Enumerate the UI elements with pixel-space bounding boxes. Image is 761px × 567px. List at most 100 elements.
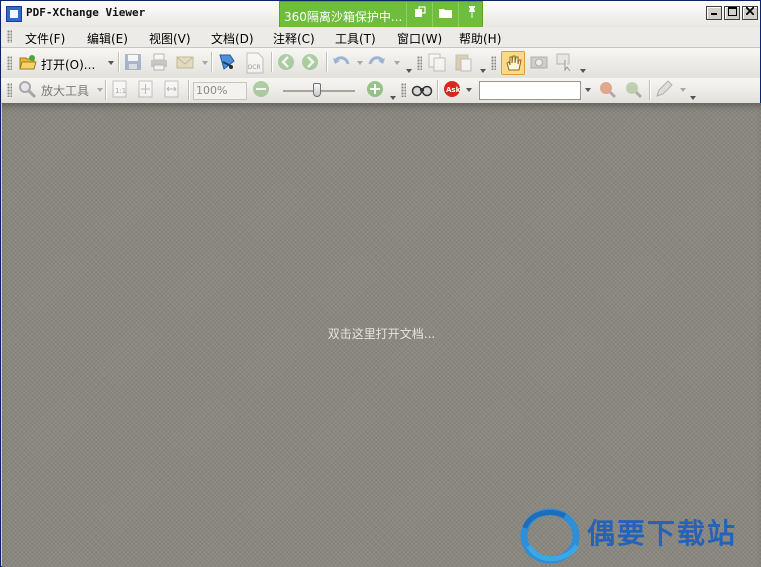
title-bar: PDF-XChange Viewer 360隔离沙箱保护中... <box>1 1 760 28</box>
toolbar-separator <box>271 52 273 72</box>
menu-comments[interactable]: 注释(C) <box>273 30 315 47</box>
save-icon <box>125 54 141 70</box>
sandbox-pin-button[interactable] <box>458 2 484 27</box>
main-toolbar: 打开(O)... OCR <box>1 48 760 79</box>
search-history-dropdown-icon[interactable] <box>585 88 591 92</box>
close-button[interactable] <box>742 6 758 20</box>
redo-icon <box>368 56 385 65</box>
minimize-icon <box>711 13 717 15</box>
menu-view[interactable]: 视图(V) <box>149 30 191 47</box>
binoculars-icon <box>411 85 433 97</box>
hand-tool-button[interactable] <box>501 51 525 75</box>
svg-text:Ask: Ask <box>446 86 461 94</box>
menu-tools[interactable]: 工具(T) <box>335 30 376 47</box>
sandbox-icon <box>414 6 426 17</box>
save-button[interactable] <box>123 52 145 74</box>
fit-width-icon <box>164 80 179 98</box>
select-text-button[interactable] <box>555 52 577 74</box>
fit-page-button[interactable] <box>136 79 158 101</box>
sandbox-switch-button[interactable] <box>406 2 432 27</box>
print-button[interactable] <box>149 52 171 74</box>
paste-icon <box>455 54 472 72</box>
zoom-tool-dropdown-icon[interactable] <box>97 88 103 92</box>
forward-arrow-icon <box>302 54 318 70</box>
fit-page-icon <box>138 80 153 98</box>
site-watermark: 偶要下载站 <box>517 504 757 566</box>
zoom-level-field[interactable]: 100% <box>193 82 247 100</box>
menu-document[interactable]: 文档(D) <box>211 30 254 47</box>
paste-button[interactable] <box>453 52 475 74</box>
toolbar-separator <box>105 80 107 100</box>
open-folder-icon <box>19 55 37 70</box>
minimize-button[interactable] <box>706 6 722 20</box>
web-search-button[interactable] <box>597 79 619 101</box>
open-dropdown-icon[interactable] <box>108 61 114 65</box>
zoom-slider-thumb[interactable] <box>313 83 321 97</box>
text-select-icon <box>556 53 571 72</box>
search-input[interactable] <box>479 81 581 100</box>
ask-search-button[interactable]: Ask <box>442 79 464 101</box>
back-button[interactable] <box>276 52 298 74</box>
menu-help[interactable]: 帮助(H) <box>459 30 501 47</box>
svg-text:1:1: 1:1 <box>115 87 126 95</box>
menu-edit[interactable]: 编辑(E) <box>87 30 128 47</box>
forward-button[interactable] <box>300 52 322 74</box>
app-window: PDF-XChange Viewer 360隔离沙箱保护中... 文件(F) 编… <box>0 0 761 567</box>
window-controls <box>706 6 758 20</box>
printer-icon <box>151 53 167 71</box>
ocr-button[interactable]: OCR <box>245 52 267 74</box>
menu-bar: 文件(F) 编辑(E) 视图(V) 文档(D) 注释(C) 工具(T) 窗口(W… <box>1 27 760 48</box>
undo-button[interactable] <box>331 52 353 74</box>
window-title: PDF-XChange Viewer <box>26 6 146 19</box>
snapshot-button[interactable] <box>529 52 551 74</box>
toolbar-grip-handle[interactable] <box>7 83 12 97</box>
toolbar-overflow-icon[interactable] <box>690 96 696 100</box>
fit-width-button[interactable] <box>162 79 184 101</box>
actual-size-button[interactable]: 1:1 <box>110 79 132 101</box>
scanner-icon <box>219 54 235 70</box>
document-canvas[interactable]: 双击这里打开文档... <box>2 103 761 567</box>
maximize-icon <box>727 7 737 16</box>
toolbar-separator <box>649 80 651 100</box>
menu-grip-handle[interactable] <box>7 30 12 43</box>
email-dropdown-icon[interactable] <box>202 61 208 65</box>
signature-dropdown-icon[interactable] <box>680 88 686 92</box>
redo-dropdown-icon[interactable] <box>394 61 400 65</box>
scan-button[interactable] <box>217 52 239 74</box>
toolbar-overflow-icon[interactable] <box>580 69 586 73</box>
toolbar-overflow-icon[interactable] <box>480 69 486 73</box>
undo-dropdown-icon[interactable] <box>357 61 363 65</box>
watermark-text: 偶要下载站 <box>587 517 738 550</box>
copy-button[interactable] <box>427 52 449 74</box>
highlight-search-button[interactable] <box>623 79 645 101</box>
redo-button[interactable] <box>367 52 389 74</box>
open-button-label: 打开(O)... <box>41 58 96 72</box>
toolbar-overflow-icon[interactable] <box>390 96 396 100</box>
search-go-icon <box>600 82 617 99</box>
menu-file[interactable]: 文件(F) <box>25 30 65 47</box>
watermark-logo-icon <box>520 508 580 564</box>
pdf-app-icon <box>6 6 22 22</box>
menu-window[interactable]: 窗口(W) <box>397 30 442 47</box>
minus-icon <box>253 81 269 97</box>
search-provider-dropdown-icon[interactable] <box>466 88 472 92</box>
signature-button[interactable] <box>654 79 676 101</box>
actual-size-icon: 1:1 <box>112 80 127 98</box>
maximize-button[interactable] <box>724 6 740 20</box>
toolbar-grip-handle[interactable] <box>7 56 12 70</box>
camera-icon <box>530 56 548 69</box>
undo-icon <box>333 56 350 65</box>
toolbar-grip-handle[interactable] <box>401 83 406 97</box>
sandbox-folder-button[interactable] <box>432 2 458 27</box>
toolbar-grip-handle[interactable] <box>491 56 496 70</box>
zoom-tool-button[interactable] <box>17 79 39 101</box>
zoom-in-button[interactable] <box>365 79 387 101</box>
find-button[interactable] <box>411 79 433 101</box>
zoom-tool-label: 放大工具 <box>41 84 90 98</box>
toolbar-grip-handle[interactable] <box>417 56 422 70</box>
close-icon <box>745 6 755 16</box>
zoom-out-button[interactable] <box>251 79 273 101</box>
toolbar-overflow-icon[interactable] <box>406 69 412 73</box>
plus-icon <box>367 81 383 97</box>
email-button[interactable] <box>175 52 197 74</box>
